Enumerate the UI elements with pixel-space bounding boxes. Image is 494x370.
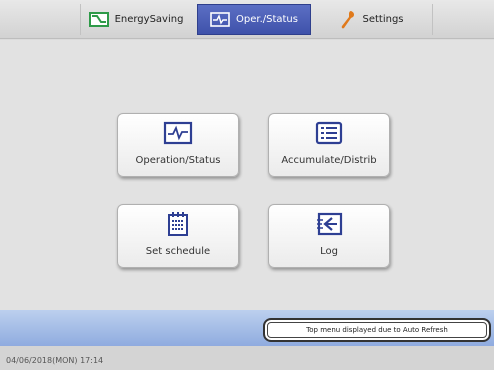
tab-settings-label: Settings (362, 14, 404, 25)
set-schedule-button[interactable]: Set schedule (117, 204, 239, 268)
list-icon (314, 121, 344, 145)
tab-oper-status-label: Oper./Status (236, 14, 298, 25)
date-time-display: 04/06/2018(MON) 17:14 (6, 356, 104, 365)
tab-divider (432, 4, 433, 35)
pulse-monitor-icon (163, 121, 193, 145)
tab-energy-saving-label: EnergySaving (114, 14, 184, 25)
auto-refresh-notice[interactable]: Top menu displayed due to Auto Refresh (263, 318, 491, 342)
log-icon (314, 212, 344, 236)
top-tab-bar: EnergySaving Oper./Status Settings (0, 0, 494, 39)
energy-saving-icon (88, 12, 109, 27)
wrench-icon (340, 10, 356, 30)
auto-refresh-notice-text: Top menu displayed due to Auto Refresh (306, 326, 448, 334)
accumulate-distrib-button[interactable]: Accumulate/Distrib (268, 113, 390, 177)
screen-frame: EnergySaving Oper./Status Settings Opera… (0, 0, 494, 370)
tab-settings[interactable]: Settings (312, 4, 432, 35)
pulse-monitor-icon (210, 12, 230, 27)
tab-oper-status[interactable]: Oper./Status (197, 4, 311, 35)
set-schedule-label: Set schedule (145, 246, 211, 257)
log-label: Log (320, 246, 338, 257)
accumulate-distrib-label: Accumulate/Distrib (281, 155, 377, 166)
operation-status-button[interactable]: Operation/Status (117, 113, 239, 177)
log-button[interactable]: Log (268, 204, 390, 268)
main-menu-area: Operation/Status Accumulate/Distrib Set … (0, 40, 494, 310)
calendar-icon (166, 212, 190, 236)
tab-energy-saving[interactable]: EnergySaving (80, 4, 192, 35)
operation-status-label: Operation/Status (135, 155, 221, 166)
